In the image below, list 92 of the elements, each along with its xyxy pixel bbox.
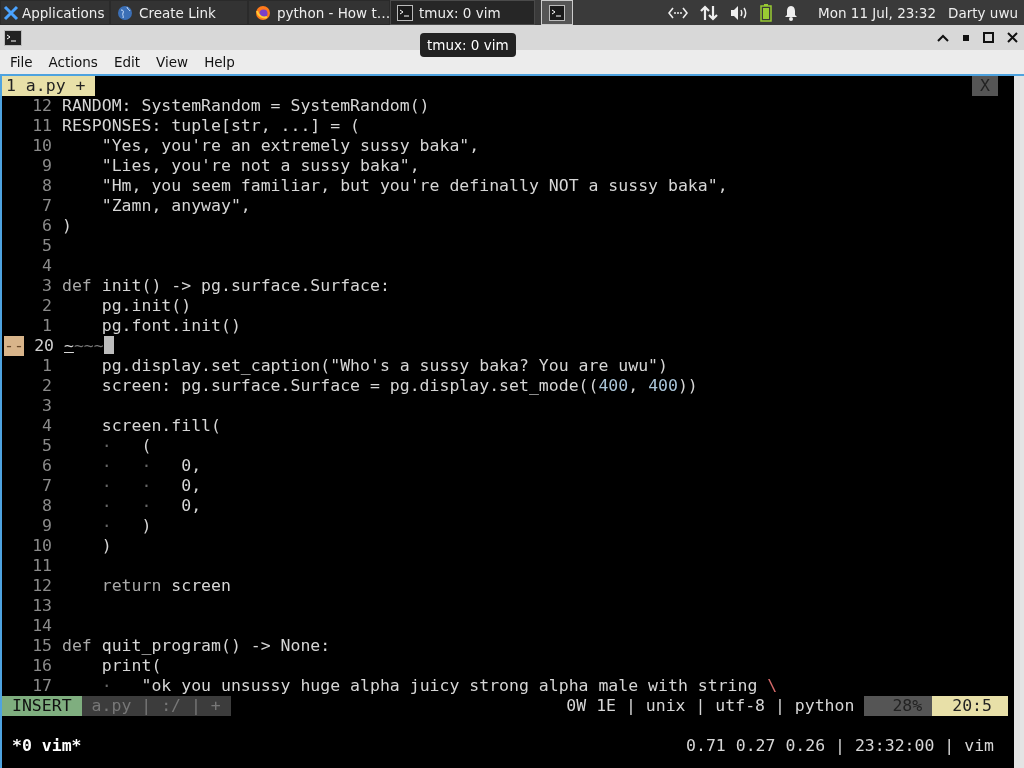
line-number: 5 (42, 236, 52, 256)
code-line: pg.init() (100, 296, 192, 316)
line-number: 11 (32, 116, 52, 136)
terminal-icon (4, 29, 22, 46)
code-line: · · 0, (100, 456, 202, 476)
line-number: 1 (42, 356, 52, 376)
battery-icon (760, 3, 773, 22)
line-number: 3 (42, 276, 52, 296)
line-number: 9 (42, 156, 52, 176)
code-line: pg.font.init() (100, 316, 241, 336)
line-number: 16 (32, 656, 52, 676)
line-number: 13 (32, 596, 52, 616)
globe-icon (117, 4, 133, 21)
text-cursor (103, 336, 114, 354)
file-info: a.py | :/ | + (81, 696, 231, 716)
line-number: 10 (32, 136, 52, 156)
x-logo-icon (3, 4, 19, 21)
taskbar-button[interactable]: python - How t… (248, 0, 390, 25)
line-number: 9 (42, 516, 52, 536)
fox-globe-icon (255, 4, 271, 21)
mode-marker: -- (4, 336, 24, 356)
line-number: 20 (34, 336, 54, 356)
line-number: 7 (42, 476, 52, 496)
taskbar-button[interactable]: Create Link (110, 0, 248, 25)
code-line: "Hm, you seem familiar, but you're definally NOT a sussy baka", (100, 176, 728, 196)
line-number: 12 (32, 576, 52, 596)
code-line: ~~~~ (64, 336, 104, 356)
line-number: 1 (42, 316, 52, 336)
terminal-icon (397, 4, 413, 21)
line-number: 6 (42, 456, 52, 476)
user-name[interactable]: Darty uwu (948, 4, 1018, 21)
menu-item[interactable]: Edit (113, 54, 141, 70)
menu-item[interactable]: File (10, 54, 33, 70)
line-number: 8 (42, 176, 52, 196)
line-number: 15 (32, 636, 52, 656)
line-number: 17 (32, 676, 52, 696)
code-line: · ( (100, 436, 152, 456)
line-number: 11 (32, 556, 52, 576)
code-line: print( (100, 656, 162, 676)
tmux-window[interactable]: *0 vim* (12, 736, 82, 756)
line-number: 14 (32, 616, 52, 636)
tmux-status: 0.71 0.27 0.26 | 23:32:00 | vim (686, 736, 994, 756)
code-line: RANDOM: SystemRandom = SystemRandom() (62, 96, 430, 116)
taskbar-button[interactable] (541, 0, 573, 25)
menu-item[interactable]: Actions (48, 54, 98, 70)
tooltip: tmux: 0 vim (420, 33, 516, 57)
code-line: def init() -> pg.surface.Surface: (62, 276, 390, 296)
volume-icon (730, 4, 749, 21)
line-number: 4 (42, 416, 52, 436)
taskbar-button[interactable]: tmux: 0 vim (390, 0, 535, 25)
applications-menu[interactable]: Applications (0, 0, 110, 25)
code-line: def quit_program() -> None: (62, 636, 331, 656)
transfer-arrows-icon (700, 4, 719, 21)
clock[interactable]: Mon 11 Jul, 23:32 (818, 4, 937, 21)
terminal-icon (549, 4, 565, 21)
code-line: return screen (100, 576, 231, 596)
line-number: 10 (32, 536, 52, 556)
menu-item[interactable]: Help (204, 54, 235, 70)
line-number: 4 (42, 256, 52, 276)
code-line: "Zamn, anyway", (100, 196, 251, 216)
line-number: 12 (32, 96, 52, 116)
line-number: 7 (42, 196, 52, 216)
cursor-position: 20:5 (932, 696, 1008, 716)
code-line: screen.fill( (100, 416, 221, 436)
maximize-icon[interactable] (983, 32, 994, 43)
code-line: · · 0, (100, 476, 202, 496)
close-icon[interactable] (1007, 32, 1018, 43)
code-line: screen: pg.surface.Surface = pg.display.set_mode((400, 400)) (100, 376, 698, 396)
code-line: · ) (100, 516, 152, 536)
bell-icon (784, 4, 799, 21)
chevron-up-icon[interactable] (937, 32, 949, 43)
menu-item[interactable]: View (156, 54, 189, 70)
file-status: 0W 1E | unix | utf-8 | python (566, 696, 856, 716)
code-line: · "ok you unsussy huge alpha juicy strong alpha male with string \ (100, 676, 778, 696)
code-line: "Lies, you're not a sussy baka", (100, 156, 420, 176)
mode-indicator: INSERT (2, 696, 82, 716)
line-number: 2 (42, 376, 52, 396)
line-number: 8 (42, 496, 52, 516)
network-icon (668, 5, 689, 20)
scrollbar[interactable] (1014, 76, 1024, 768)
code-line: ) (100, 536, 112, 556)
buffer-tab[interactable]: 1 a.py + (2, 76, 96, 96)
code-line: ) (62, 216, 72, 236)
line-number: 5 (42, 436, 52, 456)
minimize-icon[interactable] (962, 33, 970, 42)
line-number: 2 (42, 296, 52, 316)
code-line: "Yes, you're an extremely sussy baka", (100, 136, 480, 156)
code-line: pg.display.set_caption("Who's a sussy baka? You are uwu") (100, 356, 668, 376)
line-number: 3 (42, 396, 52, 416)
code-line: · · 0, (100, 496, 202, 516)
code-line: RESPONSES: tuple[str, ...] = ( (62, 116, 360, 136)
line-number: 6 (42, 216, 52, 236)
